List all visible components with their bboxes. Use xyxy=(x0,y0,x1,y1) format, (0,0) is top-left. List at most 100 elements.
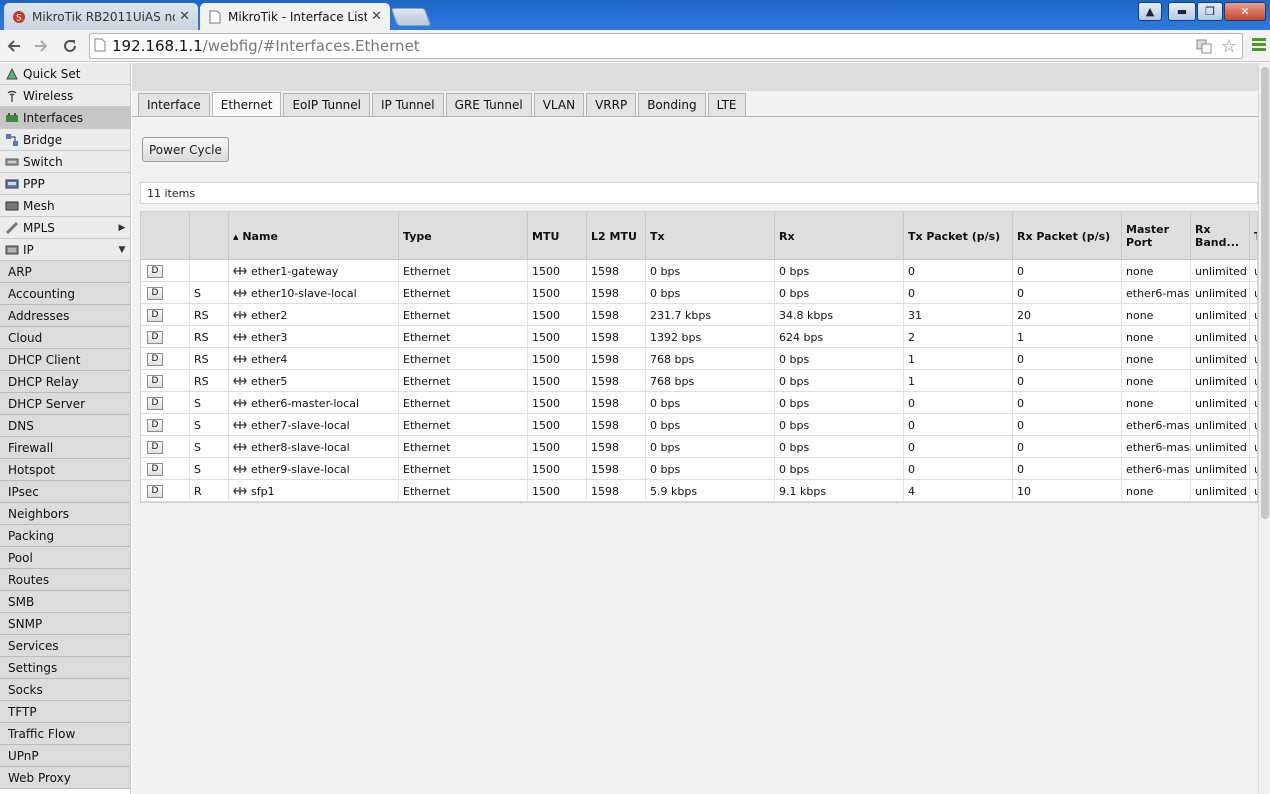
col-rx-band-cell[interactable]: unlimited xyxy=(1191,480,1250,502)
col-tx-band-cell[interactable]: u xyxy=(1250,348,1257,370)
col-rx-cell[interactable]: 0 bps xyxy=(775,458,904,480)
sidebar-subitem-upnp[interactable]: UPnP xyxy=(0,745,130,767)
col-rx-cell[interactable]: 0 bps xyxy=(775,282,904,304)
col-tx-band-cell[interactable]: u xyxy=(1250,392,1257,414)
window-close-button[interactable]: ✕ xyxy=(1224,2,1266,21)
col-rx-cell[interactable]: 34.8 kbps xyxy=(775,304,904,326)
col-flags-cell[interactable]: S xyxy=(190,414,229,436)
col-name-cell[interactable]: ether2 xyxy=(229,304,399,326)
disable-button[interactable]: D xyxy=(147,396,163,410)
col-type-cell[interactable]: Ethernet xyxy=(399,326,528,348)
col-action-header[interactable] xyxy=(141,212,190,260)
col-tx-cell[interactable]: 0 bps xyxy=(646,436,775,458)
col-name-cell[interactable]: sfp1 xyxy=(229,480,399,502)
col-tx-cell[interactable]: 231.7 kbps xyxy=(646,304,775,326)
col-type-header[interactable]: Type xyxy=(399,212,528,260)
col-mtu-cell[interactable]: 1500 xyxy=(528,260,587,282)
table-row[interactable]: D Sether9-slave-local Ethernet 1500 1598 0 bp… xyxy=(141,458,1257,480)
col-master-port-cell[interactable]: none xyxy=(1122,260,1191,282)
sidebar-subitem-routes[interactable]: Routes xyxy=(0,569,130,591)
chevron-down-icon[interactable]: ▼ xyxy=(114,245,130,255)
col-l2mtu-cell[interactable]: 1598 xyxy=(587,326,646,348)
tab-vlan[interactable]: VLAN xyxy=(533,93,585,116)
tab-bonding[interactable]: Bonding xyxy=(638,93,706,116)
table-row[interactable]: D RS ether4 Ethernet 1500 1598 768 bps 0 bps 1 0 n… xyxy=(141,348,1257,370)
col-tx-band-cell[interactable]: u xyxy=(1250,326,1257,348)
sidebar-subitem-snmp[interactable]: SNMP xyxy=(0,613,130,635)
disable-button[interactable]: D xyxy=(147,352,163,366)
table-row[interactable]: D RS ether3 Ethernet 1500 1598 1392 bps 624 bps… xyxy=(141,326,1257,348)
col-rx-cell[interactable]: 0 bps xyxy=(775,348,904,370)
col-rx-packet-cell[interactable]: 20 xyxy=(1013,304,1122,326)
page-scrollbar[interactable] xyxy=(1258,63,1270,794)
col-name-cell[interactable]: ether6-master-local xyxy=(229,392,399,414)
col-tx-packet-cell[interactable]: 0 xyxy=(904,392,1013,414)
col-rx-band-cell[interactable]: unlimited xyxy=(1191,458,1250,480)
col-rx-band-header[interactable]: Rx Band... xyxy=(1191,212,1250,260)
col-tx-cell[interactable]: 768 bps xyxy=(646,348,775,370)
col-tx-cell[interactable]: 0 bps xyxy=(646,392,775,414)
sidebar-subitem-settings[interactable]: Settings xyxy=(0,657,130,679)
col-rx-band-cell[interactable]: unlimited xyxy=(1191,370,1250,392)
sidebar-item-bridge[interactable]: Bridge xyxy=(0,129,130,151)
col-flags-cell[interactable]: RS xyxy=(190,326,229,348)
col-mtu-cell[interactable]: 1500 xyxy=(528,414,587,436)
sidebar-item-quick-set[interactable]: Quick Set xyxy=(0,63,130,85)
col-master-port-cell[interactable]: none xyxy=(1122,370,1191,392)
sidebar-subitem-ipsec[interactable]: IPsec xyxy=(0,481,130,503)
disable-button[interactable]: D xyxy=(147,286,163,300)
tab-vrrp[interactable]: VRRP xyxy=(586,93,637,116)
col-l2mtu-cell[interactable]: 1598 xyxy=(587,260,646,282)
col-l2mtu-cell[interactable]: 1598 xyxy=(587,414,646,436)
sidebar-subitem-neighbors[interactable]: Neighbors xyxy=(0,503,130,525)
sidebar-item-ip[interactable]: IP ▼ xyxy=(0,239,130,261)
sidebar-subitem-socks[interactable]: Socks xyxy=(0,679,130,701)
col-l2mtu-cell[interactable]: 1598 xyxy=(587,348,646,370)
col-name-cell[interactable]: ether5 xyxy=(229,370,399,392)
col-mtu-header[interactable]: MTU xyxy=(528,212,587,260)
col-tx-band-cell[interactable]: u xyxy=(1250,304,1257,326)
col-tx-band-cell[interactable]: u xyxy=(1250,480,1257,502)
new-tab-button[interactable] xyxy=(390,8,432,26)
table-row[interactable]: D Sether7-slave-local Ethernet 1500 1598 0 bp… xyxy=(141,414,1257,436)
scroll-thumb[interactable] xyxy=(1261,67,1269,519)
col-tx-header[interactable]: Tx xyxy=(646,212,775,260)
col-name-cell[interactable]: ether8-slave-local xyxy=(229,436,399,458)
tab-lte[interactable]: LTE xyxy=(707,93,746,116)
reload-button[interactable] xyxy=(58,34,82,58)
col-flags-cell[interactable]: S xyxy=(190,458,229,480)
col-tx-packet-header[interactable]: Tx Packet (p/s) xyxy=(904,212,1013,260)
col-l2mtu-cell[interactable]: 1598 xyxy=(587,282,646,304)
forward-button[interactable] xyxy=(29,34,53,58)
col-rx-packet-cell[interactable]: 1 xyxy=(1013,326,1122,348)
col-rx-band-cell[interactable]: unlimited xyxy=(1191,348,1250,370)
table-row[interactable]: D RS ether2 Ethernet 1500 1598 231.7 kbps 34.8 … xyxy=(141,304,1257,326)
sidebar-subitem-cloud[interactable]: Cloud xyxy=(0,327,130,349)
col-rx-packet-cell[interactable]: 0 xyxy=(1013,414,1122,436)
col-master-port-cell[interactable]: none xyxy=(1122,326,1191,348)
col-mtu-cell[interactable]: 1500 xyxy=(528,304,587,326)
col-tx-packet-cell[interactable]: 31 xyxy=(904,304,1013,326)
col-tx-band-cell[interactable]: u xyxy=(1250,414,1257,436)
sidebar-subitem-tftp[interactable]: TFTP xyxy=(0,701,130,723)
col-name-cell[interactable]: ether3 xyxy=(229,326,399,348)
col-type-cell[interactable]: Ethernet xyxy=(399,260,528,282)
disable-button[interactable]: D xyxy=(147,330,163,344)
table-row[interactable]: D Rsfp1 Ethernet 1500 1598 5.9 kbps 9.1 kbps 4 1… xyxy=(141,480,1257,502)
col-mtu-cell[interactable]: 1500 xyxy=(528,480,587,502)
col-tx-band-cell[interactable]: u xyxy=(1250,370,1257,392)
browser-tab-interfaces[interactable]: MikroTik - Interface List at ✕ xyxy=(200,3,390,30)
col-type-cell[interactable]: Ethernet xyxy=(399,392,528,414)
sidebar-subitem-smb[interactable]: SMB xyxy=(0,591,130,613)
col-tx-packet-cell[interactable]: 1 xyxy=(904,370,1013,392)
minimize-button[interactable]: ▬ xyxy=(1168,2,1196,21)
sidebar-subitem-web-proxy[interactable]: Web Proxy xyxy=(0,767,130,789)
col-tx-band-header[interactable]: T B xyxy=(1250,212,1257,260)
sidebar-subitem-dhcp-client[interactable]: DHCP Client xyxy=(0,349,130,371)
col-rx-packet-cell[interactable]: 0 xyxy=(1013,436,1122,458)
col-tx-packet-cell[interactable]: 0 xyxy=(904,260,1013,282)
col-tx-packet-cell[interactable]: 0 xyxy=(904,282,1013,304)
address-bar[interactable]: 192.168.1.1/webfig/#Interfaces.Ethernet … xyxy=(89,33,1243,59)
translate-icon[interactable] xyxy=(1196,38,1212,57)
col-rx-packet-cell[interactable]: 0 xyxy=(1013,458,1122,480)
